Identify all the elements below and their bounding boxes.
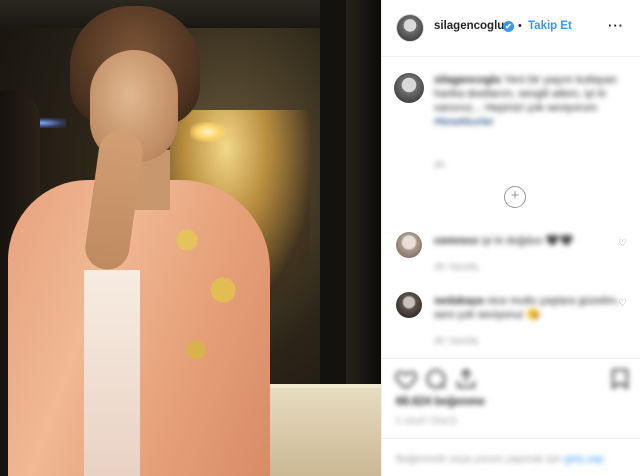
comment-username[interactable]: cemrexx — [434, 235, 479, 247]
bookmark-icon[interactable] — [608, 367, 632, 391]
verified-badge-icon: ✔ — [503, 21, 514, 32]
caption-avatar[interactable] — [394, 73, 424, 103]
comment-avatar[interactable] — [396, 232, 422, 258]
login-prompt-text: Beğenmek veya yorum yapmak için — [396, 453, 565, 465]
load-more-comments-button[interactable]: + — [504, 186, 526, 208]
comment-like-icon[interactable]: ♡ — [618, 238, 628, 249]
login-prompt: Beğenmek veya yorum yapmak için giriş ya… — [396, 453, 604, 465]
comment-text: iyi ki doğdun 🖤🖤 — [481, 235, 574, 247]
comment-icon[interactable] — [424, 367, 448, 391]
comment-like-icon[interactable]: ♡ — [618, 298, 628, 309]
more-options-icon[interactable]: ··· — [604, 18, 628, 34]
comment-item: cemrexx iyi ki doğdun 🖤🖤 — [434, 234, 624, 248]
likes-count[interactable]: 68.624 beğenme — [396, 396, 485, 408]
comment-meta[interactable]: 4h Yanıtla — [434, 336, 478, 347]
comment-item: sedakaya nice mutlu yaşlara güzelim, sen… — [434, 294, 624, 322]
post-photo[interactable] — [0, 0, 381, 476]
share-icon[interactable] — [454, 367, 478, 391]
profile-avatar[interactable] — [396, 14, 424, 42]
photo-robe-flowers — [160, 200, 250, 400]
caption-username[interactable]: silagencoglu — [434, 74, 501, 86]
post-caption: silagencoglu Yeni bir yaşım kutlayan har… — [434, 73, 624, 129]
caption-hashtag[interactable]: #tesekkurler — [434, 116, 494, 128]
photo-lamp — [190, 122, 226, 142]
comment-avatar[interactable] — [396, 292, 422, 318]
post-side-panel: silagencoglu ✔ • Takip Et ··· silagencog… — [381, 0, 640, 476]
caption-time: 4h — [434, 160, 446, 171]
follow-button[interactable]: Takip Et — [528, 20, 572, 32]
header-separator: • — [518, 20, 522, 32]
comment-username[interactable]: sedakaya — [434, 295, 484, 307]
post-date: 5 SAAT ÖNCE — [396, 416, 458, 426]
login-link[interactable]: giriş yap — [565, 453, 604, 465]
post-header: silagencoglu ✔ • Takip Et ··· — [382, 0, 640, 57]
comment-meta[interactable]: 4h Yanıtla — [434, 262, 478, 273]
login-prompt-bar: Beğenmek veya yorum yapmak için giriş ya… — [382, 438, 640, 476]
photo-robe-inner — [84, 270, 140, 476]
heart-icon[interactable] — [394, 367, 418, 391]
photo-pillar — [320, 0, 346, 400]
profile-username[interactable]: silagencoglu — [434, 20, 504, 32]
post-actions-bar — [382, 358, 640, 398]
